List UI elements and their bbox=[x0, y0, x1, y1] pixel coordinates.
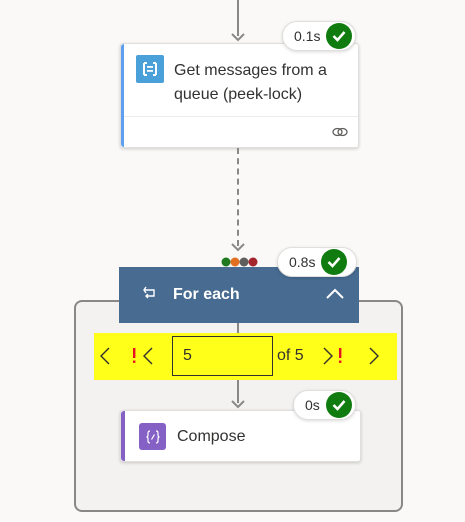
collapse-chevron-up-icon[interactable] bbox=[325, 287, 345, 305]
iteration-total: of 5 bbox=[277, 347, 304, 364]
run-status-dots[interactable] bbox=[221, 254, 261, 267]
service-bus-queue-icon bbox=[136, 55, 164, 83]
get-messages-title-line2: queue (peek-lock) bbox=[174, 86, 303, 103]
get-messages-accent bbox=[121, 44, 124, 147]
success-check-icon bbox=[321, 249, 348, 275]
foreach-duration-badge: 0.8s bbox=[277, 247, 357, 277]
foreach-title: For each bbox=[173, 286, 240, 303]
inner-connector-arrowhead bbox=[231, 400, 245, 409]
get-messages-title-line1: Get messages from a bbox=[174, 62, 327, 79]
get-messages-duration: 0.1s bbox=[294, 28, 321, 44]
next-iteration-button[interactable] bbox=[366, 341, 382, 371]
card-divider bbox=[124, 116, 358, 117]
get-messages-duration-badge: 0.1s bbox=[282, 21, 356, 51]
get-messages-title: Get messages from a queue (peek-lock) bbox=[174, 59, 354, 107]
success-check-icon bbox=[326, 23, 353, 49]
dashed-connector-arrowhead bbox=[231, 243, 245, 252]
get-messages-card[interactable]: Get messages from a queue (peek-lock) bbox=[120, 43, 359, 148]
compose-title: Compose bbox=[177, 428, 246, 445]
link-icon[interactable] bbox=[332, 125, 348, 143]
loop-icon bbox=[141, 286, 157, 305]
foreach-duration: 0.8s bbox=[289, 254, 316, 270]
compose-icon bbox=[139, 423, 166, 450]
compose-duration-badge: 0s bbox=[293, 390, 356, 420]
top-connector-arrowhead bbox=[231, 33, 245, 42]
compose-accent bbox=[121, 411, 125, 461]
iteration-pager: of 5 bbox=[94, 333, 397, 380]
success-check-icon bbox=[325, 392, 352, 418]
compose-duration: 0s bbox=[305, 397, 320, 413]
next-failed-iteration-button[interactable] bbox=[320, 341, 346, 371]
top-connector-line bbox=[237, 0, 239, 36]
previous-failed-iteration-button[interactable] bbox=[130, 341, 156, 371]
dashed-connector-line bbox=[237, 148, 239, 246]
previous-iteration-button[interactable] bbox=[97, 341, 113, 371]
iteration-number-input[interactable] bbox=[172, 336, 273, 376]
